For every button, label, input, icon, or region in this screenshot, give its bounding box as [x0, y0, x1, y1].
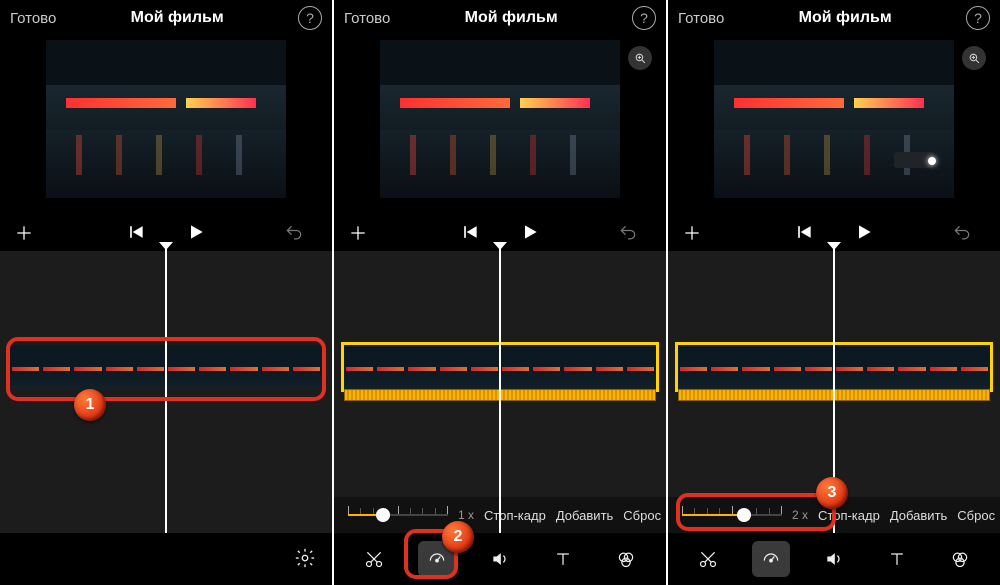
undo-button[interactable] — [284, 223, 318, 243]
reset-button[interactable]: Сброс — [957, 508, 995, 523]
top-bar: Готово Мой фильм ? — [334, 0, 666, 36]
speed-slider[interactable] — [348, 503, 448, 527]
clip-toolbar — [334, 533, 666, 585]
project-title: Мой фильм — [131, 9, 224, 27]
highlight-box-3 — [676, 493, 836, 531]
add-button[interactable]: Добавить — [890, 508, 947, 523]
filters-tool[interactable] — [941, 541, 979, 577]
project-title: Мой фильм — [465, 9, 558, 27]
cut-tool[interactable] — [689, 541, 727, 577]
add-button[interactable]: Добавить — [556, 508, 613, 523]
editor-screen-1: Готово Мой фильм ? 1 — [0, 0, 332, 585]
speed-value: 1 x — [458, 508, 474, 522]
help-button[interactable]: ? — [298, 6, 322, 30]
project-title: Мой фильм — [799, 9, 892, 27]
zoom-button[interactable] — [962, 46, 986, 70]
freeze-frame-button[interactable]: Стоп-кадр — [484, 508, 546, 523]
preview-thumbnail[interactable] — [46, 40, 286, 198]
bottom-bar — [0, 533, 332, 585]
add-media-button[interactable] — [14, 223, 48, 243]
title-tool[interactable] — [544, 541, 582, 577]
undo-button[interactable] — [618, 223, 652, 243]
top-bar: Готово Мой фильм ? — [0, 0, 332, 36]
speed-tool[interactable] — [752, 541, 790, 577]
help-button[interactable]: ? — [966, 6, 990, 30]
cut-tool[interactable] — [355, 541, 393, 577]
settings-button[interactable] — [294, 547, 316, 572]
step-badge-1: 1 — [74, 389, 106, 421]
preview-thumbnail[interactable] — [714, 40, 954, 198]
play-button[interactable] — [854, 222, 874, 245]
undo-button[interactable] — [952, 223, 986, 243]
play-button[interactable] — [520, 222, 540, 245]
zoom-button[interactable] — [628, 46, 652, 70]
reset-button[interactable]: Сброс — [623, 508, 661, 523]
preview-thumbnail[interactable] — [380, 40, 620, 198]
add-media-button[interactable] — [682, 223, 716, 243]
preview-area: 7,3 c — [668, 36, 1000, 215]
playhead[interactable] — [499, 243, 501, 533]
done-button[interactable]: Готово — [344, 10, 390, 27]
done-button[interactable]: Готово — [678, 10, 724, 27]
skip-start-button[interactable] — [126, 222, 146, 245]
timeline[interactable] — [334, 251, 666, 533]
editor-screen-2: Готово Мой фильм ? 15,7 c 1 x Стоп-кадр … — [334, 0, 666, 585]
preview-area — [0, 36, 332, 215]
timeline[interactable]: 1 — [0, 251, 332, 533]
volume-tool[interactable] — [815, 541, 853, 577]
clip-toolbar — [668, 533, 1000, 585]
play-button[interactable] — [186, 222, 206, 245]
skip-start-button[interactable] — [794, 222, 814, 245]
highlight-box-1 — [6, 337, 326, 401]
title-tool[interactable] — [878, 541, 916, 577]
filters-tool[interactable] — [607, 541, 645, 577]
step-badge-2: 2 — [442, 521, 474, 553]
editor-screen-3: Готово Мой фильм ? 7,3 c 2 x Стоп-к — [668, 0, 1000, 585]
add-media-button[interactable] — [348, 223, 382, 243]
done-button[interactable]: Готово — [10, 10, 56, 27]
help-button[interactable]: ? — [632, 6, 656, 30]
top-bar: Готово Мой фильм ? — [668, 0, 1000, 36]
step-badge-3: 3 — [816, 477, 848, 509]
preview-area: 15,7 c — [334, 36, 666, 215]
skip-start-button[interactable] — [460, 222, 480, 245]
volume-tool[interactable] — [481, 541, 519, 577]
